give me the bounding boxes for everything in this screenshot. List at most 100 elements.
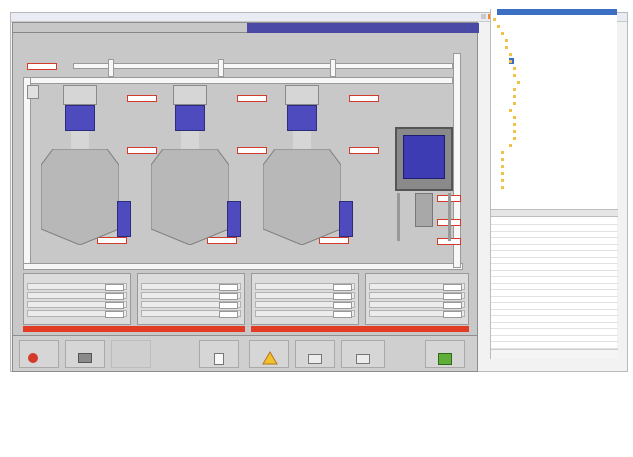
- tree-item[interactable]: [501, 149, 506, 155]
- document-icon: [214, 353, 224, 365]
- row-value: [219, 302, 238, 309]
- tree-item[interactable]: [513, 93, 518, 99]
- status-footer: [491, 349, 618, 359]
- info-panel-3: [251, 273, 359, 325]
- start-button[interactable]: [19, 340, 59, 368]
- stop-button[interactable]: [65, 340, 105, 368]
- tree-item[interactable]: [497, 23, 502, 29]
- document-button[interactable]: [199, 340, 239, 368]
- pipe-upper-line: [73, 63, 453, 69]
- pipe-feed-2: [218, 59, 224, 77]
- minimize-icon[interactable]: [481, 14, 486, 19]
- tree-item[interactable]: [513, 65, 518, 71]
- callout-label: [237, 95, 267, 102]
- tree-item[interactable]: [501, 170, 506, 176]
- silo-1-lid: [63, 85, 97, 105]
- silo-2-neck: [181, 131, 199, 151]
- trend-button[interactable]: [295, 340, 335, 368]
- confirm-button[interactable]: [425, 340, 465, 368]
- panel-row: [369, 310, 465, 318]
- tree-item[interactable]: [501, 184, 506, 190]
- tree-item[interactable]: [517, 79, 522, 85]
- tree-item[interactable]: [513, 128, 518, 134]
- pipe-feed-1: [108, 59, 114, 77]
- panel-row: [27, 292, 127, 300]
- tree-item[interactable]: [493, 16, 498, 22]
- silo-3-sidebin: [339, 201, 353, 237]
- valve-left[interactable]: [27, 85, 39, 99]
- panel-row: [369, 283, 465, 291]
- vessel-leg-left: [397, 193, 400, 241]
- tree-item[interactable]: [513, 135, 518, 141]
- callout-label: [349, 95, 379, 102]
- row-value: [105, 302, 124, 309]
- hmi-canvas: [12, 22, 479, 372]
- tab-overview[interactable]: [247, 23, 479, 33]
- tree-item[interactable]: [513, 100, 518, 106]
- alarm-button[interactable]: [249, 340, 289, 368]
- panel-row: [141, 310, 241, 318]
- tree-item[interactable]: [509, 51, 514, 57]
- row-value: [443, 311, 462, 318]
- panel-row: [255, 283, 355, 291]
- tree-item[interactable]: [505, 37, 510, 43]
- tree-item[interactable]: [509, 58, 514, 64]
- folder-icon: [493, 17, 496, 21]
- tree-item[interactable]: [501, 30, 506, 36]
- folder-icon: [505, 45, 508, 49]
- panel-row: [27, 301, 127, 309]
- silo-1-tank[interactable]: [65, 105, 95, 131]
- warning-icon: [262, 351, 278, 365]
- properties-grid[interactable]: [491, 218, 618, 349]
- tree-item[interactable]: [501, 163, 506, 169]
- folder-icon: [513, 101, 516, 105]
- panel-title: [252, 274, 358, 281]
- tree-item[interactable]: [509, 107, 514, 113]
- panel-row: [255, 301, 355, 309]
- silo-2-lid: [173, 85, 207, 105]
- process-vessel[interactable]: [395, 127, 453, 191]
- info-panel-1: [23, 273, 131, 325]
- property-row[interactable]: [491, 342, 618, 349]
- report-button[interactable]: [341, 340, 385, 368]
- tree-item[interactable]: [513, 72, 518, 78]
- report-icon: [356, 354, 370, 364]
- silo-2-sidebin: [227, 201, 241, 237]
- properties-title: [491, 209, 618, 217]
- callout-label: [27, 63, 57, 70]
- silo-3-tank[interactable]: [287, 105, 317, 131]
- tree-item[interactable]: [501, 156, 506, 162]
- project-tree[interactable]: [491, 16, 618, 206]
- panel-row: [141, 301, 241, 309]
- side-panel: [490, 9, 618, 359]
- panel-row: [27, 283, 127, 291]
- folder-icon: [513, 94, 516, 98]
- power-icon: [28, 353, 38, 363]
- silo-3-lid: [285, 85, 319, 105]
- alarm-bar-right: [251, 326, 469, 332]
- folder-icon: [501, 31, 504, 35]
- tree-item[interactable]: [505, 44, 510, 50]
- row-value: [219, 311, 238, 318]
- silo-2-tank[interactable]: [175, 105, 205, 131]
- folder-icon: [513, 66, 516, 70]
- folder-icon: [509, 143, 512, 147]
- tree-item[interactable]: [501, 177, 506, 183]
- tree-item[interactable]: [513, 86, 518, 92]
- panel-row: [369, 301, 465, 309]
- silo-1-neck: [71, 131, 89, 151]
- folder-icon: [501, 178, 504, 182]
- panel-title: [138, 274, 244, 281]
- row-value: [333, 284, 352, 291]
- panel-row: [255, 292, 355, 300]
- folder-icon: [505, 38, 508, 42]
- vessel-leg-right: [448, 193, 451, 241]
- process-vessel-fill: [403, 135, 445, 179]
- tree-item[interactable]: [513, 114, 518, 120]
- tree-item[interactable]: [513, 121, 518, 127]
- valve-icon: [78, 353, 92, 363]
- folder-icon: [513, 115, 516, 119]
- tab-process[interactable]: [13, 23, 247, 33]
- tree-item[interactable]: [509, 142, 514, 148]
- folder-icon: [509, 52, 512, 56]
